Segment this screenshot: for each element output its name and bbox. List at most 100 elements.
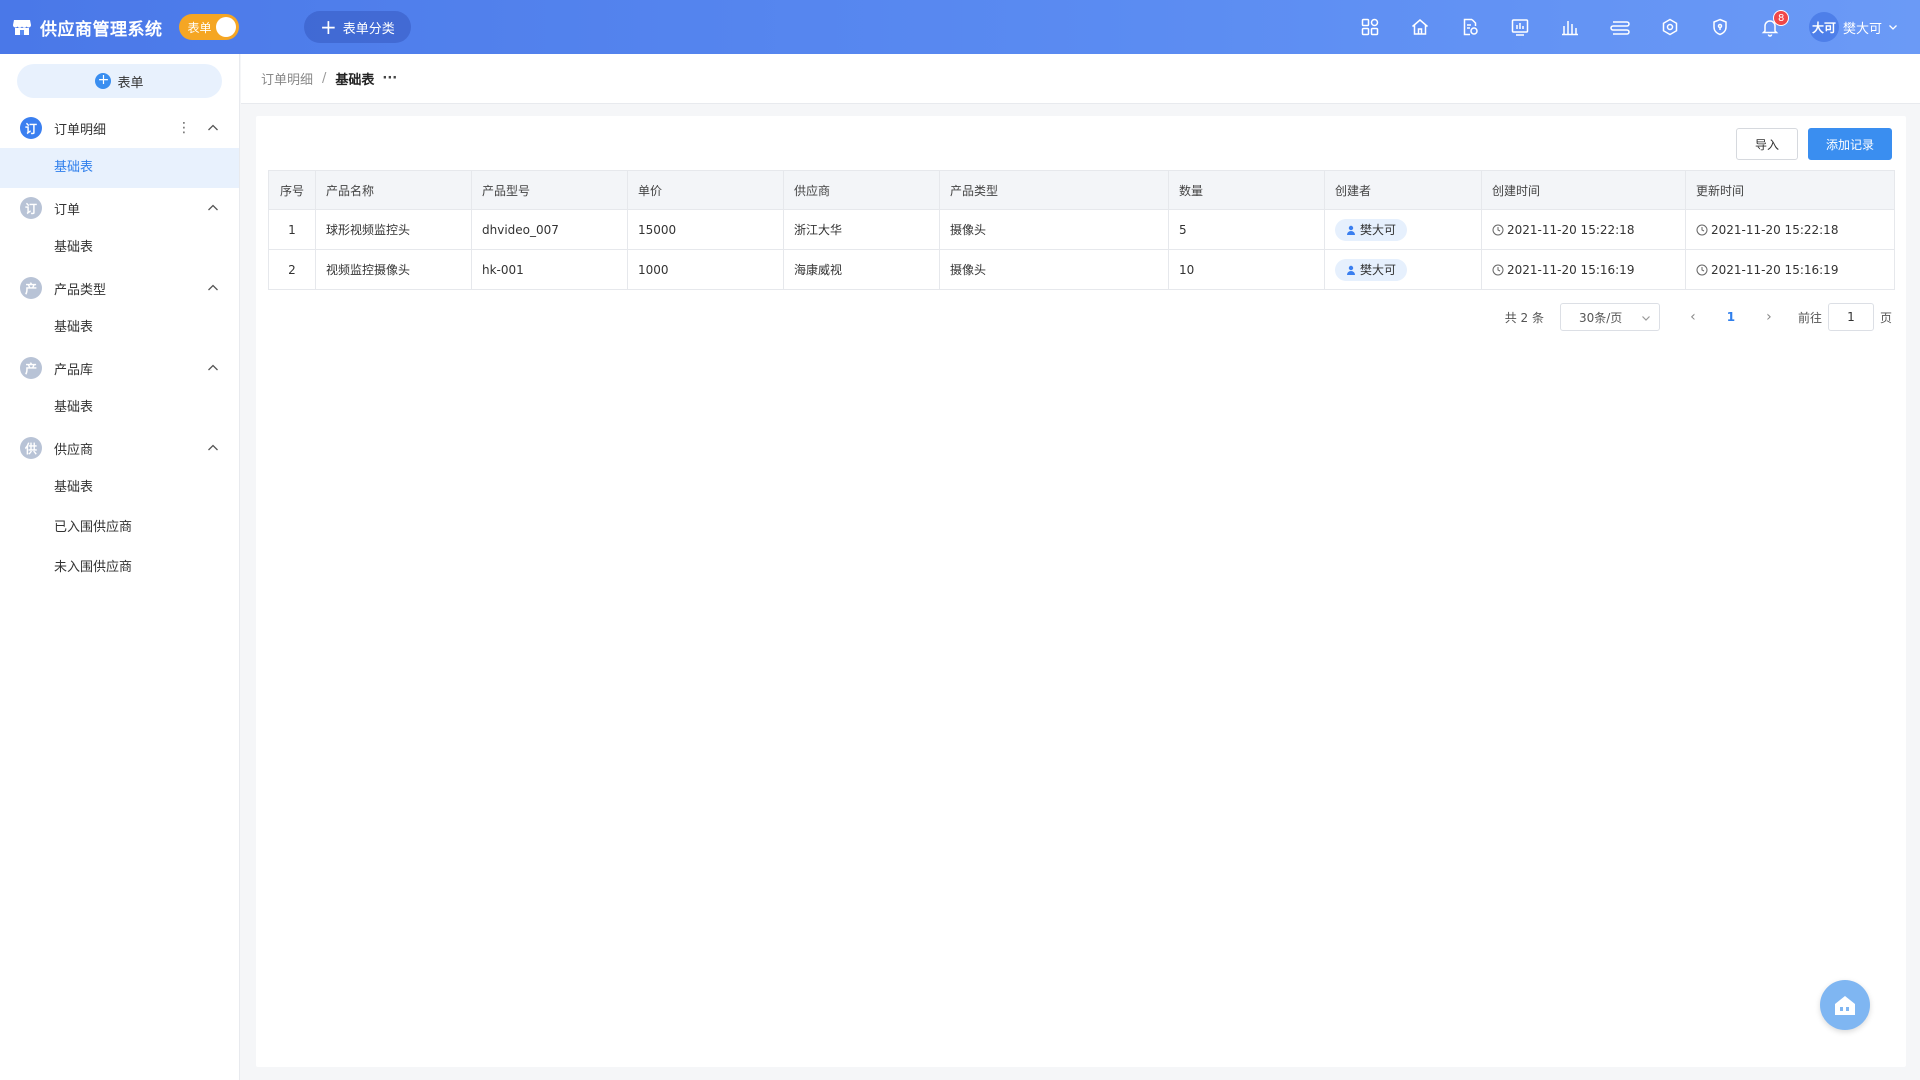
breadcrumb-parent[interactable]: 订单明细 — [261, 69, 313, 88]
cell-creator: 樊大可 — [1324, 209, 1482, 250]
sidebar-group-label: 订单明细 — [54, 122, 107, 138]
sidebar-item-basic-table[interactable]: 基础表 — [0, 228, 239, 268]
created-time-text: 2021-11-20 15:22:18 — [1507, 222, 1635, 237]
add-record-button[interactable]: 添加记录 — [1807, 128, 1892, 160]
main-card: 导入 添加记录 序号 产品名称 产品型号 单价 供应商 产品类型 数量 创建者 … — [256, 116, 1906, 1067]
sidebar-item-basic-table[interactable]: 基础表 — [0, 388, 239, 428]
group-icon: 供 — [20, 437, 42, 459]
user-menu[interactable]: 大可 樊大可 — [1808, 12, 1898, 42]
cell-index: 2 — [268, 249, 316, 290]
chevron-up-icon[interactable] — [207, 202, 219, 214]
creator-chip: 樊大可 — [1335, 258, 1408, 281]
user-name: 樊大可 — [1842, 21, 1882, 37]
floating-home-button[interactable] — [1820, 980, 1870, 1030]
cell-updated-time: 2021-11-20 15:22:18 — [1685, 209, 1895, 250]
bar-chart-icon[interactable] — [1545, 0, 1595, 54]
page-number-current[interactable]: 1 — [1708, 310, 1754, 324]
form-category-button[interactable]: + 表单分类 — [304, 11, 411, 43]
table-header-row: 序号 产品名称 产品型号 单价 供应商 产品类型 数量 创建者 创建时间 更新时… — [268, 170, 1895, 210]
avatar: 大可 — [1808, 12, 1839, 42]
cell-price: 1000 — [627, 249, 784, 290]
column-header-product-name[interactable]: 产品名称 — [315, 170, 472, 210]
column-header-supplier[interactable]: 供应商 — [783, 170, 940, 210]
column-header-updated-time[interactable]: 更新时间 — [1685, 170, 1895, 210]
brand: 供应商管理系统 表单 — [12, 14, 304, 40]
top-header: 供应商管理系统 表单 + 表单分类 8 大可 樊大可 — [0, 0, 1920, 54]
pagination-total: 共 2 条 — [1504, 310, 1544, 325]
server-icon[interactable] — [1595, 0, 1645, 54]
toggle-knob — [215, 17, 236, 37]
sidebar-group-label: 供应商 — [54, 442, 94, 458]
sidebar-group-order-detail[interactable]: 订 订单明细 ⋮ — [0, 108, 239, 148]
network-icon[interactable] — [1645, 0, 1695, 54]
plus-circle-icon: + — [95, 73, 112, 89]
apps-icon[interactable] — [1345, 0, 1395, 54]
chevron-up-icon[interactable] — [207, 122, 219, 134]
group-icon: 产 — [20, 277, 42, 299]
sidebar-item-basic-table[interactable]: 基础表 — [0, 308, 239, 348]
group-icon: 订 — [20, 117, 42, 139]
sidebar-group-label: 产品类型 — [54, 282, 107, 298]
sidebar-group-product-library[interactable]: 产 产品库 — [0, 348, 239, 388]
page-suffix: 页 — [1879, 310, 1892, 325]
pagination: 共 2 条 30条/页 ‹ 1 › 前往 页 — [1505, 303, 1892, 331]
sidebar-group-product-type[interactable]: 产 产品类型 — [0, 268, 239, 308]
sidebar-item-basic-table[interactable]: 基础表 — [0, 148, 239, 188]
mode-toggle[interactable]: 表单 — [178, 14, 239, 40]
column-header-model[interactable]: 产品型号 — [471, 170, 628, 210]
home-icon[interactable] — [1395, 0, 1445, 54]
column-header-product-type[interactable]: 产品类型 — [939, 170, 1169, 210]
bell-icon[interactable]: 8 — [1745, 0, 1795, 54]
plus-icon: + — [320, 15, 337, 39]
page-size-value: 30条/页 — [1578, 310, 1623, 325]
home-float-icon — [1835, 996, 1855, 1015]
column-header-created-time[interactable]: 创建时间 — [1481, 170, 1686, 210]
data-table: 序号 产品名称 产品型号 单价 供应商 产品类型 数量 创建者 创建时间 更新时… — [268, 170, 1895, 290]
shield-icon[interactable] — [1695, 0, 1745, 54]
chevron-down-icon — [1642, 316, 1650, 321]
chevron-down-icon — [1889, 25, 1897, 30]
table-row[interactable]: 1 球形视频监控头 dhvideo_007 15000 浙江大华 摄像头 5 樊… — [268, 209, 1895, 250]
dashboard-icon[interactable] — [1495, 0, 1545, 54]
sidebar-group-order[interactable]: 订 订单 — [0, 188, 239, 228]
cell-product-name: 视频监控摄像头 — [315, 249, 472, 290]
sidebar-group-supplier[interactable]: 供 供应商 — [0, 428, 239, 468]
import-button[interactable]: 导入 — [1735, 128, 1798, 160]
sidebar: + 表单 订 订单明细 ⋮ 基础表 订 订单 基础表 产 产品类型 基础表 产 … — [0, 54, 240, 1080]
chevron-up-icon[interactable] — [207, 282, 219, 294]
more-icon[interactable]: ··· — [382, 71, 397, 86]
file-settings-icon[interactable] — [1445, 0, 1495, 54]
page-size-select[interactable]: 30条/页 — [1559, 303, 1660, 331]
cell-creator: 樊大可 — [1324, 249, 1482, 290]
sidebar-item-basic-table[interactable]: 基础表 — [0, 468, 239, 508]
app-title: 供应商管理系统 — [40, 19, 163, 40]
prev-page-button[interactable]: ‹ — [1678, 309, 1708, 325]
clock-icon — [1492, 224, 1504, 235]
column-header-index[interactable]: 序号 — [268, 170, 316, 210]
table-row[interactable]: 2 视频监控摄像头 hk-001 1000 海康威视 摄像头 10 樊大可 20… — [268, 249, 1895, 290]
chevron-up-icon[interactable] — [207, 362, 219, 374]
updated-time-text: 2021-11-20 15:22:18 — [1711, 222, 1839, 237]
breadcrumb-separator: / — [322, 71, 327, 86]
toolbar: 导入 添加记录 — [1735, 128, 1892, 160]
store-icon — [13, 20, 31, 35]
chevron-up-icon[interactable] — [207, 442, 219, 454]
cell-quantity: 10 — [1168, 249, 1325, 290]
sidebar-item-not-shortlisted-suppliers[interactable]: 未入围供应商 — [0, 548, 239, 588]
column-header-price[interactable]: 单价 — [627, 170, 784, 210]
notification-badge: 8 — [1772, 10, 1790, 26]
next-page-button[interactable]: › — [1754, 309, 1784, 325]
sidebar-group-label: 订单 — [54, 202, 81, 218]
new-form-button[interactable]: + 表单 — [17, 64, 222, 98]
column-header-quantity[interactable]: 数量 — [1168, 170, 1325, 210]
clock-icon — [1492, 264, 1504, 275]
new-form-label: 表单 — [117, 75, 144, 91]
sidebar-item-shortlisted-suppliers[interactable]: 已入围供应商 — [0, 508, 239, 548]
goto-page-input[interactable] — [1827, 303, 1874, 331]
group-icon: 订 — [20, 197, 42, 219]
updated-time-text: 2021-11-20 15:16:19 — [1711, 262, 1839, 277]
mode-toggle-label: 表单 — [187, 20, 212, 35]
more-vertical-icon[interactable]: ⋮ — [177, 120, 191, 136]
column-header-creator[interactable]: 创建者 — [1324, 170, 1482, 210]
cell-updated-time: 2021-11-20 15:16:19 — [1685, 249, 1895, 290]
